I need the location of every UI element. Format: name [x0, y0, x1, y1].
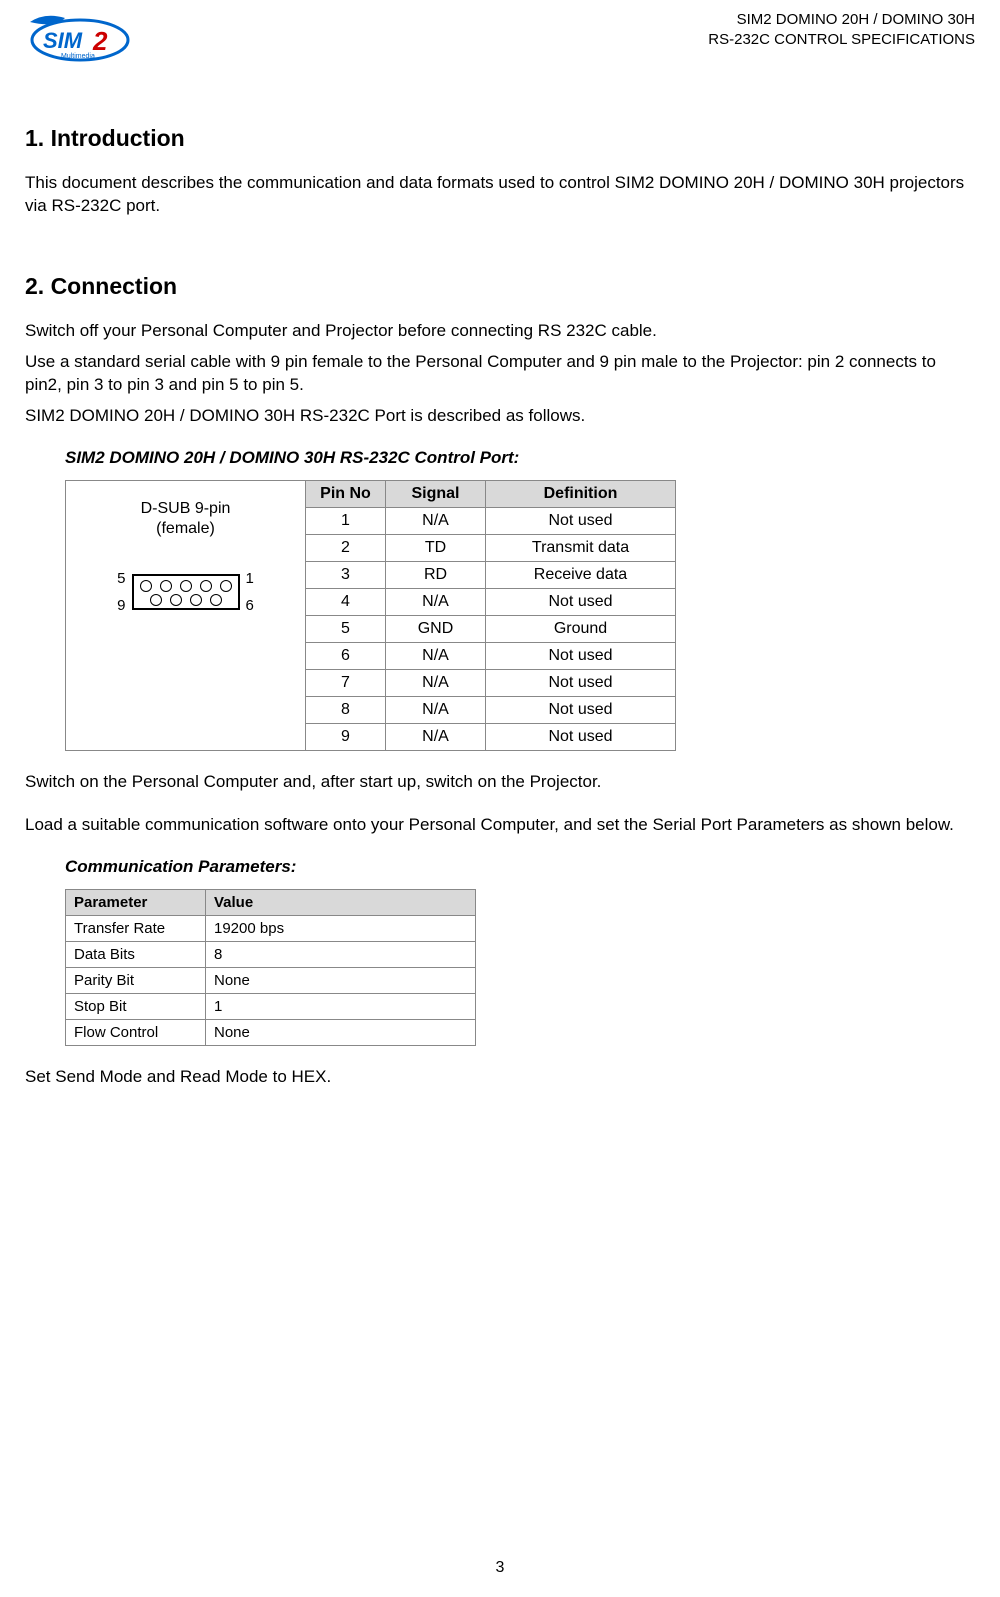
- param-cell: 8: [206, 941, 476, 967]
- pin-cell: Not used: [486, 642, 676, 669]
- table-row: Data Bits8: [66, 941, 476, 967]
- param-cell: Stop Bit: [66, 993, 206, 1019]
- pin-label-1: 1: [246, 570, 254, 587]
- param-th-0: Parameter: [66, 889, 206, 915]
- pin-cell: N/A: [386, 723, 486, 750]
- pin-th-1: Signal: [386, 480, 486, 507]
- param-cell: None: [206, 967, 476, 993]
- table-row: 5GNDGround: [306, 615, 676, 642]
- pin-cell: Not used: [486, 669, 676, 696]
- pin-label-6: 6: [246, 597, 254, 614]
- param-cell: None: [206, 1019, 476, 1045]
- svg-text:SIM: SIM: [43, 28, 83, 53]
- pin-cell: TD: [386, 534, 486, 561]
- pin-cell: Ground: [486, 615, 676, 642]
- pin-cell: 6: [306, 642, 386, 669]
- pin-cell: N/A: [386, 588, 486, 615]
- pin-cell: N/A: [386, 669, 486, 696]
- section-2-p2: Use a standard serial cable with 9 pin f…: [25, 351, 975, 397]
- pin-cell: 5: [306, 615, 386, 642]
- pin-th-2: Definition: [486, 480, 676, 507]
- table-row: 6N/ANot used: [306, 642, 676, 669]
- pin-cell: RD: [386, 561, 486, 588]
- sim2-logo: SIM 2 Multimedia: [25, 10, 145, 65]
- pin-layout-block: D-SUB 9-pin (female) 5 9 1 6: [65, 480, 975, 751]
- section-2-p4: Switch on the Personal Computer and, aft…: [25, 771, 975, 794]
- connector-label: D-SUB 9-pin (female): [141, 499, 231, 541]
- section-2-p1: Switch off your Personal Computer and Pr…: [25, 320, 975, 343]
- param-cell: Parity Bit: [66, 967, 206, 993]
- connector-label-l1: D-SUB 9-pin: [141, 499, 231, 520]
- params-subtitle: Communication Parameters:: [65, 857, 975, 877]
- section-2-p6: Set Send Mode and Read Mode to HEX.: [25, 1066, 975, 1089]
- pin-cell: Not used: [486, 696, 676, 723]
- section-2-p5: Load a suitable communication software o…: [25, 814, 975, 837]
- table-row: Transfer Rate19200 bps: [66, 915, 476, 941]
- connector-label-l2: (female): [141, 519, 231, 540]
- table-row: 7N/ANot used: [306, 669, 676, 696]
- pin-cell: Not used: [486, 507, 676, 534]
- pin-cell: N/A: [386, 642, 486, 669]
- connector-cell: D-SUB 9-pin (female) 5 9 1 6: [65, 480, 305, 751]
- svg-text:2: 2: [92, 26, 108, 56]
- pin-cell: GND: [386, 615, 486, 642]
- param-cell: 19200 bps: [206, 915, 476, 941]
- section-1-para: This document describes the communicatio…: [25, 172, 975, 218]
- pin-label-9: 9: [117, 597, 125, 614]
- table-row: Flow ControlNone: [66, 1019, 476, 1045]
- port-subtitle: SIM2 DOMINO 20H / DOMINO 30H RS-232C Con…: [65, 448, 975, 468]
- pin-cell: Not used: [486, 588, 676, 615]
- table-row: 9N/ANot used: [306, 723, 676, 750]
- section-1-title: 1. Introduction: [25, 125, 975, 152]
- pin-cell: 3: [306, 561, 386, 588]
- pin-th-0: Pin No: [306, 480, 386, 507]
- pin-cell: 9: [306, 723, 386, 750]
- pin-cell: Not used: [486, 723, 676, 750]
- dsub-connector-icon: 5 9 1 6: [117, 570, 254, 614]
- pin-cell: Transmit data: [486, 534, 676, 561]
- section-2-p3: SIM2 DOMINO 20H / DOMINO 30H RS-232C Por…: [25, 405, 975, 428]
- pin-label-5: 5: [117, 570, 125, 587]
- section-2-title: 2. Connection: [25, 273, 975, 300]
- table-row: Stop Bit1: [66, 993, 476, 1019]
- table-row: 4N/ANot used: [306, 588, 676, 615]
- dsub-shell-icon: [132, 574, 240, 610]
- param-table: Parameter Value Transfer Rate19200 bpsDa…: [65, 889, 476, 1046]
- pin-cell: 7: [306, 669, 386, 696]
- pin-cell: Receive data: [486, 561, 676, 588]
- pin-cell: 4: [306, 588, 386, 615]
- svg-text:Multimedia: Multimedia: [61, 53, 95, 60]
- pin-cell: 2: [306, 534, 386, 561]
- table-row: 1N/ANot used: [306, 507, 676, 534]
- header-text: SIM2 DOMINO 20H / DOMINO 30H RS-232C CON…: [708, 10, 975, 49]
- pin-cell: 8: [306, 696, 386, 723]
- pin-table: Pin No Signal Definition 1N/ANot used2TD…: [305, 480, 676, 751]
- param-cell: Flow Control: [66, 1019, 206, 1045]
- pin-cell: N/A: [386, 507, 486, 534]
- table-row: 8N/ANot used: [306, 696, 676, 723]
- table-row: 3RDReceive data: [306, 561, 676, 588]
- param-th-1: Value: [206, 889, 476, 915]
- table-row: Parity BitNone: [66, 967, 476, 993]
- page-header: SIM 2 Multimedia SIM2 DOMINO 20H / DOMIN…: [25, 10, 975, 65]
- page-number: 3: [0, 1559, 1000, 1577]
- param-cell: Transfer Rate: [66, 915, 206, 941]
- pin-cell: N/A: [386, 696, 486, 723]
- param-cell: Data Bits: [66, 941, 206, 967]
- table-row: 2TDTransmit data: [306, 534, 676, 561]
- header-line2: RS-232C CONTROL SPECIFICATIONS: [708, 30, 975, 50]
- header-line1: SIM2 DOMINO 20H / DOMINO 30H: [708, 10, 975, 30]
- pin-cell: 1: [306, 507, 386, 534]
- param-cell: 1: [206, 993, 476, 1019]
